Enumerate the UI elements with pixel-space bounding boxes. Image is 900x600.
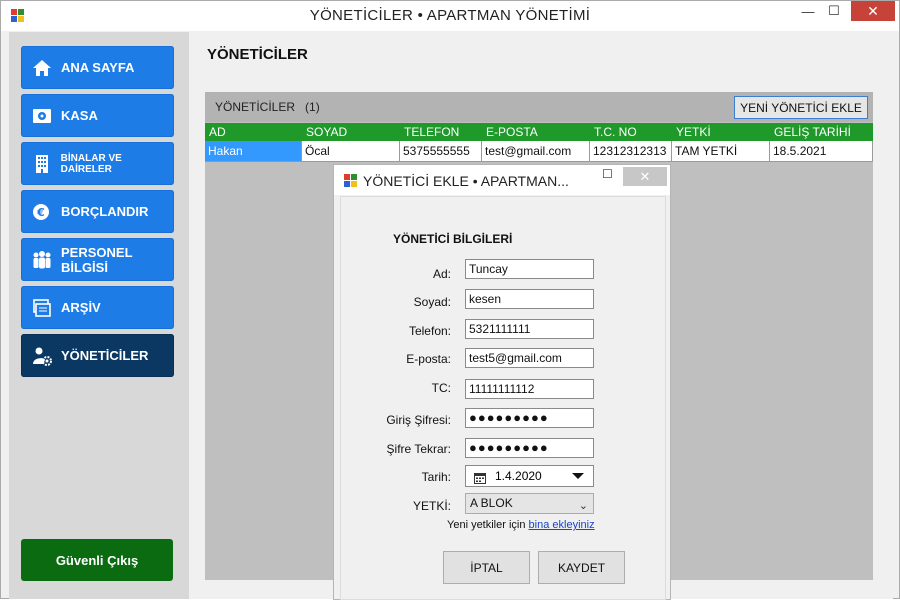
- date-value: 1.4.2020: [495, 469, 542, 483]
- password-input[interactable]: ●●●●●●●●●: [465, 408, 594, 428]
- column-header[interactable]: T.C. NO: [590, 123, 672, 141]
- soyad-label: Soyad:: [413, 295, 451, 309]
- column-header[interactable]: SOYAD: [302, 123, 400, 141]
- table-cell[interactable]: Öcal: [302, 141, 400, 161]
- table-cell[interactable]: TAM YETKİ: [672, 141, 770, 161]
- dialog-body: YÖNETİCİ BİLGİLERİ Ad: Tuncay Soyad: kes…: [340, 196, 666, 600]
- column-header[interactable]: TELEFON: [400, 123, 482, 141]
- date-picker[interactable]: 1.4.2020: [465, 465, 594, 487]
- panel-header: YÖNETİCİLER (1) YENİ YÖNETİCİ EKLE: [205, 92, 873, 122]
- tc-input[interactable]: 11111111112: [465, 379, 594, 399]
- money-icon: €: [31, 202, 53, 222]
- add-building-link[interactable]: bina ekleyiniz: [529, 519, 595, 531]
- building-icon: [31, 154, 53, 174]
- password-repeat-label: Şifre Tekrar:: [386, 442, 451, 456]
- managers-table: AD SOYAD TELEFON E-POSTA T.C. NO YETKİ G…: [205, 123, 873, 162]
- panel-label: YÖNETİCİLER (1): [215, 100, 320, 114]
- table-cell[interactable]: 5375555555: [400, 141, 482, 161]
- password-repeat-input[interactable]: ●●●●●●●●●: [465, 438, 594, 458]
- table-cell[interactable]: test@gmail.com: [482, 141, 590, 161]
- sidebar: ANA SAYFA KASA BİNALAR VE DAİRELER € BOR…: [9, 32, 189, 599]
- dropdown-arrow-icon[interactable]: [572, 473, 584, 479]
- yetki-value: A BLOK: [470, 496, 513, 510]
- admin-gear-icon: [31, 346, 53, 366]
- maximize-button[interactable]: ☐: [817, 1, 851, 21]
- table-cell[interactable]: Hakan: [205, 141, 302, 161]
- password-label: Giriş Şifresi:: [386, 413, 451, 427]
- sidebar-item-label: KASA: [61, 108, 98, 123]
- eposta-input[interactable]: test5@gmail.com: [465, 348, 594, 368]
- sidebar-item-label: BİNALAR VE DAİRELER: [60, 152, 122, 175]
- home-icon: [31, 58, 53, 78]
- page-title: YÖNETİCİLER: [207, 46, 308, 63]
- safe-icon: [31, 106, 53, 126]
- cancel-button[interactable]: İPTAL: [443, 551, 530, 584]
- title-bar[interactable]: YÖNETİCİLER • APARTMAN YÖNETİMİ — ☐ ✕: [1, 1, 899, 31]
- sidebar-item-label: BORÇLANDIR: [61, 204, 149, 219]
- sidebar-item-arsiv[interactable]: ARŞİV: [21, 286, 174, 329]
- dialog-maximize-button[interactable]: ☐: [602, 167, 613, 181]
- table-cell[interactable]: 18.5.2021: [770, 141, 873, 161]
- yetki-select[interactable]: A BLOK ⌄: [465, 493, 594, 514]
- table-header: AD SOYAD TELEFON E-POSTA T.C. NO YETKİ G…: [205, 123, 873, 141]
- tarih-label: Tarih:: [421, 470, 451, 484]
- column-header[interactable]: YETKİ: [672, 123, 770, 141]
- people-icon: [31, 250, 53, 270]
- sidebar-item-label: YÖNETİCİLER: [61, 348, 149, 363]
- section-title: YÖNETİCİ BİLGİLERİ: [393, 232, 513, 246]
- yetki-label: YETKİ:: [412, 499, 451, 513]
- main-window: YÖNETİCİLER • APARTMAN YÖNETİMİ — ☐ ✕ AN…: [0, 0, 900, 600]
- svg-text:€: €: [36, 206, 45, 219]
- eposta-label: E-posta:: [406, 352, 451, 366]
- telefon-label: Telefon:: [408, 324, 451, 338]
- dialog-app-icon: [344, 174, 357, 187]
- add-manager-dialog: YÖNETİCİ EKLE • APARTMAN... ☐ ✕ YÖNETİCİ…: [333, 164, 671, 600]
- sidebar-item-borclandir[interactable]: € BORÇLANDIR: [21, 190, 174, 233]
- hint-text: Yeni yetkiler için bina ekleyiniz: [447, 519, 595, 531]
- sidebar-item-personel[interactable]: PERSONEL BİLGİSİ: [21, 238, 174, 281]
- dialog-title-bar[interactable]: YÖNETİCİ EKLE • APARTMAN... ☐ ✕: [334, 165, 670, 195]
- telefon-input[interactable]: 5321111111: [465, 319, 594, 339]
- sidebar-item-binalar[interactable]: BİNALAR VE DAİRELER: [21, 142, 174, 185]
- tc-label: TC:: [431, 381, 451, 395]
- sidebar-item-kasa[interactable]: KASA: [21, 94, 174, 137]
- save-button[interactable]: KAYDET: [538, 551, 625, 584]
- sidebar-item-ana-sayfa[interactable]: ANA SAYFA: [21, 46, 174, 89]
- table-row[interactable]: Hakan Öcal 5375555555 test@gmail.com 123…: [205, 141, 873, 162]
- dialog-title: YÖNETİCİ EKLE • APARTMAN...: [363, 173, 569, 189]
- soyad-input[interactable]: kesen: [465, 289, 594, 309]
- table-cell[interactable]: 12312312313: [590, 141, 672, 161]
- sidebar-item-label: PERSONEL BİLGİSİ: [61, 244, 133, 275]
- column-header[interactable]: AD: [205, 123, 302, 141]
- window-title: YÖNETİCİLER • APARTMAN YÖNETİMİ: [309, 7, 591, 24]
- sidebar-item-label: ANA SAYFA: [61, 60, 135, 75]
- close-button[interactable]: ✕: [851, 1, 895, 21]
- ad-label: Ad:: [432, 267, 451, 281]
- chevron-down-icon: ⌄: [578, 500, 588, 512]
- sidebar-item-yoneticiler[interactable]: YÖNETİCİLER: [21, 334, 174, 377]
- safe-exit-button[interactable]: Güvenli Çıkış: [21, 539, 173, 581]
- manager-count: (1): [305, 100, 320, 114]
- column-header[interactable]: GELİŞ TARİHİ: [770, 123, 873, 141]
- column-header[interactable]: E-POSTA: [482, 123, 590, 141]
- ad-input[interactable]: Tuncay: [465, 259, 594, 279]
- sidebar-item-label: ARŞİV: [61, 300, 101, 315]
- archive-icon: [31, 298, 53, 318]
- calendar-icon: [474, 470, 486, 490]
- dialog-close-button[interactable]: ✕: [623, 167, 667, 186]
- add-manager-button[interactable]: YENİ YÖNETİCİ EKLE: [734, 96, 868, 119]
